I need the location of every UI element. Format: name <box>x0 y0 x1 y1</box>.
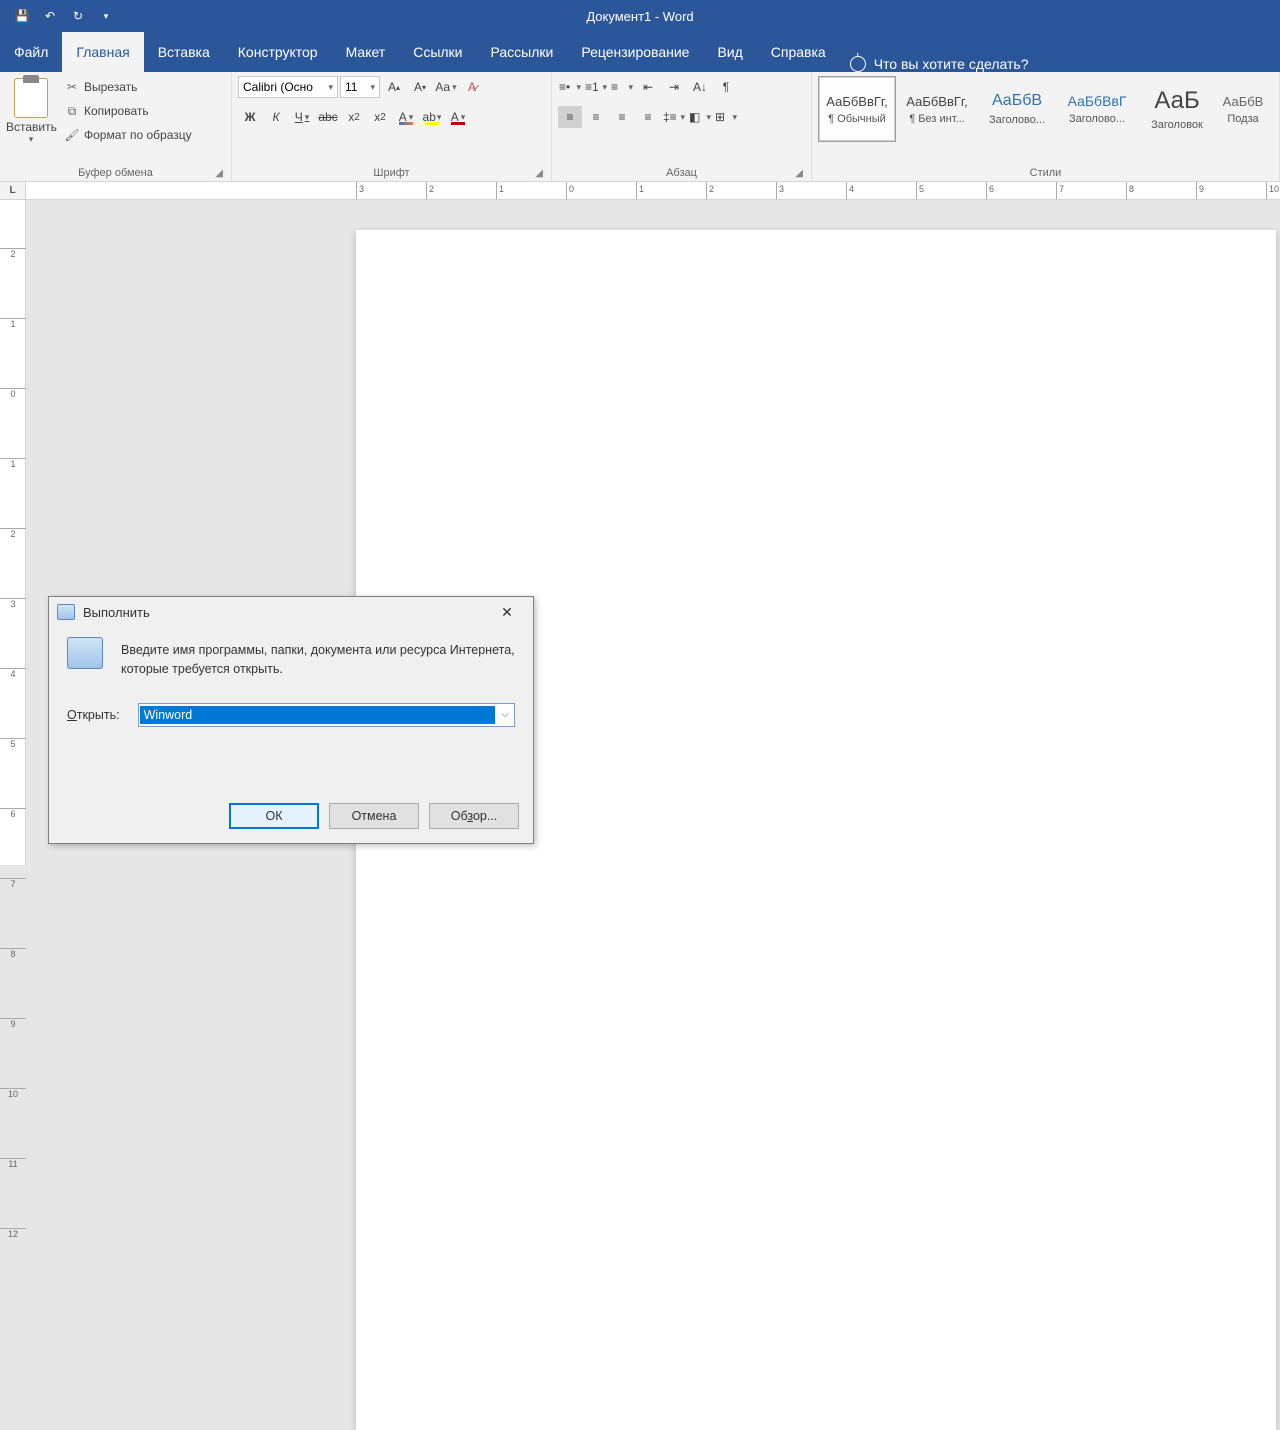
format-painter-button[interactable]: 🖌 Формат по образцу <box>60 124 196 146</box>
decrease-indent-button[interactable]: ⇤ <box>636 76 660 98</box>
tab-layout[interactable]: Макет <box>332 32 400 72</box>
horizontal-ruler[interactable]: 32101234567891011121314151617 <box>26 182 1280 200</box>
group-styles-label: Стили <box>818 165 1273 181</box>
tab-help[interactable]: Справка <box>757 32 840 72</box>
dropdown-icon[interactable]: ⌵ <box>496 709 514 720</box>
style-normal[interactable]: АаБбВвГг, ¶ Обычный <box>818 76 896 142</box>
align-right-button[interactable]: ≡ <box>610 106 634 128</box>
increase-indent-button[interactable]: ⇥ <box>662 76 686 98</box>
run-icon <box>57 604 75 620</box>
tab-view[interactable]: Вид <box>703 32 756 72</box>
strikethrough-button[interactable]: abc <box>316 106 340 128</box>
save-icon[interactable]: 💾 <box>10 4 34 28</box>
tab-design[interactable]: Конструктор <box>224 32 332 72</box>
sort-button[interactable]: A↓ <box>688 76 712 98</box>
brush-icon: 🖌 <box>64 127 80 143</box>
line-spacing-button[interactable]: ‡≡▾ <box>662 106 686 128</box>
open-value: Winword <box>140 706 495 724</box>
style-no-spacing[interactable]: АаБбВвГг, ¶ Без инт... <box>898 76 976 142</box>
dialog-launcher-icon[interactable]: ◢ <box>795 168 803 179</box>
shrink-font-button[interactable]: A▾ <box>408 76 432 98</box>
tab-review[interactable]: Рецензирование <box>567 32 703 72</box>
cancel-button[interactable]: Отмена <box>329 803 419 829</box>
scissors-icon: ✂ <box>64 79 80 95</box>
format-painter-label: Формат по образцу <box>84 128 192 142</box>
tab-insert[interactable]: Вставка <box>144 32 224 72</box>
grow-font-button[interactable]: A▴ <box>382 76 406 98</box>
bullets-button[interactable]: ≡•▾ <box>558 76 582 98</box>
group-clipboard: Вставить ▾ ✂ Вырезать ⧉ Копировать 🖌 Фор… <box>0 72 232 181</box>
window-title: Документ1 - Word <box>586 9 693 24</box>
run-instruction: Введите имя программы, папки, документа … <box>121 637 515 679</box>
clear-formatting-button[interactable]: A̷ <box>460 76 484 98</box>
group-clipboard-label: Буфер обмена◢ <box>6 165 225 181</box>
cut-label: Вырезать <box>84 80 137 94</box>
ribbon: Вставить ▾ ✂ Вырезать ⧉ Копировать 🖌 Фор… <box>0 72 1280 182</box>
superscript-button[interactable]: x2 <box>368 106 392 128</box>
tab-mailings[interactable]: Рассылки <box>477 32 568 72</box>
run-dialog-titlebar[interactable]: Выполнить ✕ <box>49 597 533 627</box>
open-combobox[interactable]: Winword ⌵ <box>138 703 515 727</box>
open-label: Открыть: <box>67 708 120 722</box>
subscript-button[interactable]: x2 <box>342 106 366 128</box>
styles-gallery[interactable]: АаБбВвГг, ¶ Обычный АаБбВвГг, ¶ Без инт.… <box>818 76 1268 142</box>
highlight-button[interactable]: ab▾ <box>420 106 444 128</box>
dialog-launcher-icon[interactable]: ◢ <box>215 168 223 179</box>
paste-label: Вставить <box>6 120 57 134</box>
align-center-button[interactable]: ≡ <box>584 106 608 128</box>
style-title[interactable]: АаБ Заголовок <box>1138 76 1216 142</box>
vertical-ruler[interactable]: 210123456789101112 <box>0 200 26 865</box>
qat-dropdown-icon[interactable]: ▾ <box>94 4 118 28</box>
ruler-corner[interactable]: L <box>0 182 26 200</box>
run-icon <box>67 637 103 669</box>
show-marks-button[interactable]: ¶ <box>714 76 738 98</box>
align-left-button[interactable]: ≡ <box>558 106 582 128</box>
run-dialog-title: Выполнить <box>83 605 150 620</box>
tell-me-search[interactable]: Что вы хотите сделать? <box>850 56 1029 72</box>
paste-button[interactable]: Вставить ▾ <box>6 76 56 145</box>
italic-button[interactable]: К <box>264 106 288 128</box>
lightbulb-icon <box>850 56 866 72</box>
group-paragraph-label: Абзац◢ <box>558 165 805 181</box>
browse-button[interactable]: Обзор... <box>429 803 519 829</box>
text-effects-button[interactable]: A▾ <box>394 106 418 128</box>
cut-button[interactable]: ✂ Вырезать <box>60 76 196 98</box>
numbering-button[interactable]: ≡1▾ <box>584 76 608 98</box>
title-bar: 💾 ↶ ↻ ▾ Документ1 - Word <box>0 0 1280 32</box>
style-heading1[interactable]: АаБбВ Заголово... <box>978 76 1056 142</box>
justify-button[interactable]: ≡ <box>636 106 660 128</box>
dialog-launcher-icon[interactable]: ◢ <box>535 168 543 179</box>
tab-references[interactable]: Ссылки <box>399 32 476 72</box>
undo-icon[interactable]: ↶ <box>38 4 62 28</box>
group-font: Calibri (Осно▾ 11▾ A▴ A▾ Aa▾ A̷ Ж К Ч▾ a… <box>232 72 552 181</box>
style-heading2[interactable]: АаБбВвГ Заголово... <box>1058 76 1136 142</box>
group-font-label: Шрифт◢ <box>238 165 545 181</box>
font-size-combo[interactable]: 11▾ <box>340 76 380 98</box>
change-case-button[interactable]: Aa▾ <box>434 76 458 98</box>
tab-home[interactable]: Главная <box>62 32 143 72</box>
copy-button[interactable]: ⧉ Копировать <box>60 100 196 122</box>
group-paragraph: ≡•▾ ≡1▾ ≡▾ ⇤ ⇥ A↓ ¶ ≡ ≡ ≡ ≡ ‡≡▾ ◧▾ ⊞▾ Аб… <box>552 72 812 181</box>
underline-button[interactable]: Ч▾ <box>290 106 314 128</box>
quick-access-toolbar: 💾 ↶ ↻ ▾ <box>0 4 118 28</box>
style-subtitle[interactable]: АаБбВ Подза <box>1218 76 1268 142</box>
group-styles: АаБбВвГг, ¶ Обычный АаБбВвГг, ¶ Без инт.… <box>812 72 1280 181</box>
close-button[interactable]: ✕ <box>489 598 525 626</box>
ribbon-tabs: Файл Главная Вставка Конструктор Макет С… <box>0 32 1280 72</box>
copy-icon: ⧉ <box>64 103 80 119</box>
paste-icon <box>14 78 48 118</box>
run-dialog: Выполнить ✕ Введите имя программы, папки… <box>48 596 534 844</box>
multilevel-button[interactable]: ≡▾ <box>610 76 634 98</box>
ok-button[interactable]: ОК <box>229 803 319 829</box>
font-color-button[interactable]: A▾ <box>446 106 470 128</box>
shading-button[interactable]: ◧▾ <box>688 106 712 128</box>
font-name-combo[interactable]: Calibri (Осно▾ <box>238 76 338 98</box>
copy-label: Копировать <box>84 104 149 118</box>
redo-icon[interactable]: ↻ <box>66 4 90 28</box>
tab-file[interactable]: Файл <box>0 32 62 72</box>
tell-me-label: Что вы хотите сделать? <box>874 56 1029 72</box>
bold-button[interactable]: Ж <box>238 106 262 128</box>
borders-button[interactable]: ⊞▾ <box>714 106 738 128</box>
